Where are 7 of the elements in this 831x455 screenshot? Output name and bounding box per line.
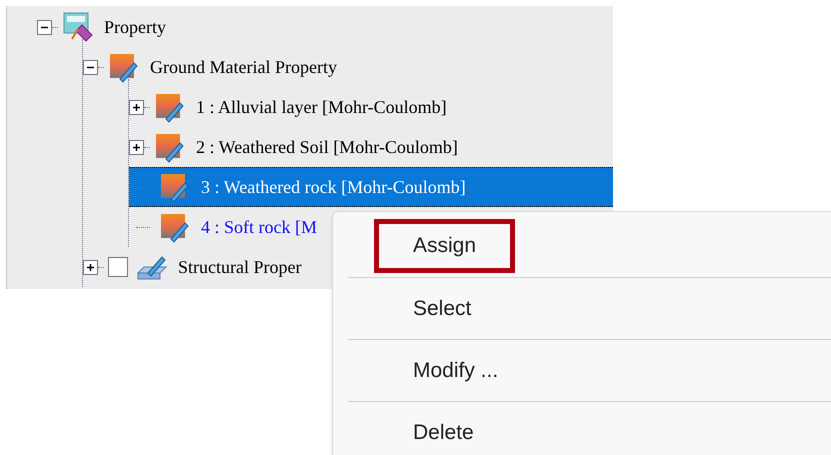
tree-label: 3 : Weathered rock [Mohr-Coulomb]	[201, 176, 466, 198]
tree-label: 2 : Weathered Soil [Mohr-Coulomb]	[196, 136, 458, 158]
tree-label: 1 : Alluvial layer [Mohr-Coulomb]	[196, 96, 447, 119]
tree-label: Ground Material Property	[150, 56, 337, 79]
tree-label: Structural Proper	[178, 256, 302, 279]
tree-label: Property	[104, 16, 166, 39]
tree-label: 4 : Soft rock [M	[201, 216, 317, 238]
